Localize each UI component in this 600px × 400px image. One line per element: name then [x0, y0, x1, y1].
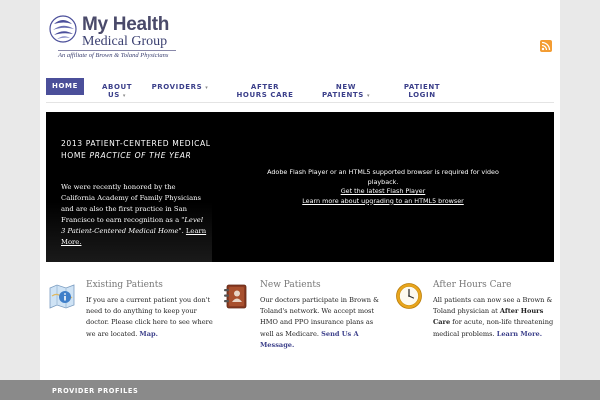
- chevron-down-icon: ▾: [205, 85, 209, 91]
- nav-new-patients-label: NEW PATIENTS: [321, 83, 364, 99]
- html5-upgrade-link[interactable]: Learn more about upgrading to an HTML5 b…: [266, 197, 500, 207]
- logo-divider: [58, 50, 176, 51]
- video-placeholder: Adobe Flash Player or an HTML5 supported…: [266, 168, 500, 206]
- nav-home-label: HOME: [52, 82, 78, 90]
- nav-about-label: ABOUT US: [102, 83, 133, 99]
- new-patients-body: Our doctors participate in Brown & Tolan…: [260, 296, 379, 338]
- existing-patients-section: Existing Patients If you are a current p…: [48, 280, 213, 360]
- new-patients-section: New Patients Our doctors participate in …: [222, 280, 382, 360]
- after-hours-section: After Hours Care All patients can now se…: [395, 280, 555, 360]
- main-nav: HOME ABOUT US ▾ PROVIDERS ▾ AFTER HOURS CA…: [46, 78, 554, 102]
- nav-providers-label: PROVIDERS: [151, 83, 203, 91]
- existing-patients-title: Existing Patients: [86, 280, 163, 290]
- nav-new-patients[interactable]: NEW PATIENTS ▾: [321, 83, 371, 100]
- nav-after-hours-label: AFTER HOURS CARE: [236, 83, 294, 99]
- nav-after-hours-care[interactable]: AFTER HOURS CARE: [236, 83, 294, 99]
- existing-patients-text: If you are a current patient you don't n…: [86, 295, 214, 340]
- nav-patient-login-label: PATIENT LOGIN: [403, 83, 441, 99]
- chevron-down-icon: ▾: [122, 93, 127, 99]
- address-book-icon[interactable]: [222, 282, 250, 310]
- map-link[interactable]: Map.: [139, 330, 157, 338]
- brand-name: My Health: [82, 14, 170, 35]
- nav-home[interactable]: HOME: [46, 78, 84, 95]
- nav-patient-login[interactable]: PATIENT LOGIN: [402, 83, 442, 99]
- after-hours-title: After Hours Care: [433, 280, 512, 290]
- hero-body: We were recently honored by the Californ…: [61, 182, 209, 248]
- new-patients-text: Our doctors participate in Brown & Tolan…: [260, 295, 388, 351]
- nav-about-us[interactable]: ABOUT US ▾: [102, 83, 132, 100]
- hero-title-emphasis: PRACTICE OF THE YEAR: [89, 151, 192, 160]
- after-hours-learn-more-link[interactable]: Learn More.: [497, 330, 542, 338]
- hero-sidebar: 2013 PATIENT-CENTERED MEDICAL HOME PRACT…: [46, 112, 212, 262]
- brand-tagline: An affiliate of Brown & Toland Physician…: [58, 52, 169, 59]
- new-patients-title: New Patients: [260, 280, 321, 290]
- nav-providers[interactable]: PROVIDERS ▾: [150, 83, 210, 92]
- nav-divider: [46, 102, 554, 103]
- swirl-logo-icon: [49, 15, 77, 43]
- flash-required-message: Adobe Flash Player or an HTML5 supported…: [267, 168, 499, 186]
- brand-subname: Medical Group: [82, 34, 168, 49]
- logo[interactable]: My Health Medical Group An affiliate of …: [48, 14, 228, 64]
- after-hours-text: All patients can now see a Brown & Tolan…: [433, 295, 561, 340]
- get-flash-link[interactable]: Get the latest Flash Player: [266, 187, 500, 197]
- chevron-down-icon: ▾: [366, 93, 371, 99]
- hero-banner: 2013 PATIENT-CENTERED MEDICAL HOME PRACT…: [46, 112, 554, 262]
- rss-icon[interactable]: [540, 40, 552, 52]
- footer-bar: PROVIDER PROFILES: [0, 380, 600, 400]
- map-info-icon[interactable]: [48, 282, 76, 310]
- hero-title: 2013 PATIENT-CENTERED MEDICAL HOME PRACT…: [61, 138, 211, 162]
- provider-profiles-heading[interactable]: PROVIDER PROFILES: [52, 387, 138, 395]
- page: My Health Medical Group An affiliate of …: [40, 0, 560, 400]
- clock-icon[interactable]: [395, 282, 423, 310]
